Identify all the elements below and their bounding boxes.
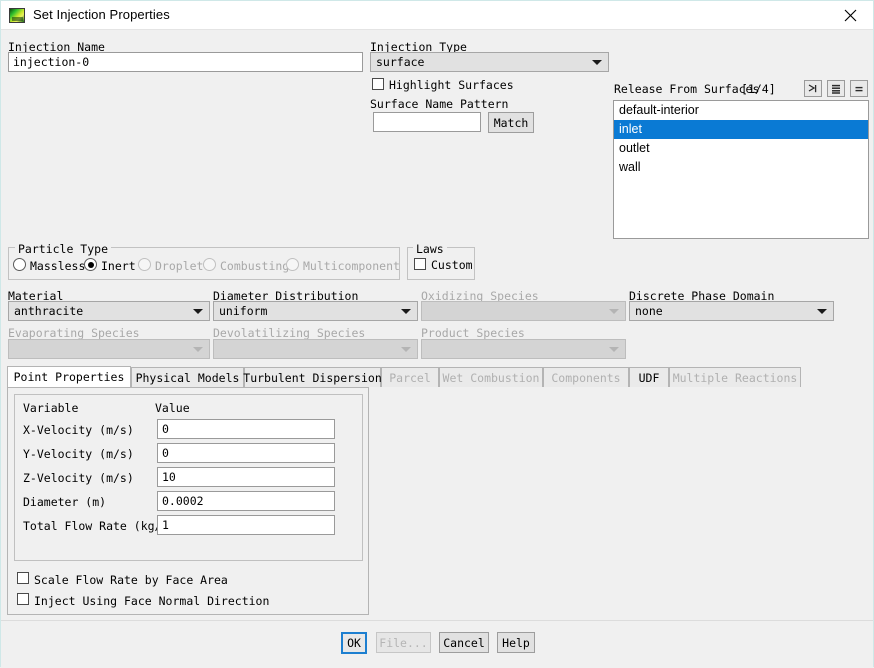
devolatilizing-species-select [213,339,418,359]
tab-point-properties[interactable]: Point Properties [7,366,131,387]
chevron-down-icon [193,309,203,314]
tab-udf[interactable]: UDF [629,367,669,387]
point-property-input[interactable]: 0 [157,443,335,463]
particle-type-label-massless: Massless [30,259,85,273]
chevron-down-icon [609,347,619,352]
chevron-down-icon [592,60,602,65]
product-species-label: Product Species [421,326,525,340]
chevron-down-icon [193,347,203,352]
particle-type-radio-massless[interactable] [13,258,26,271]
point-property-checkbox[interactable] [17,572,29,584]
laws-custom-label: Custom [431,258,473,272]
particle-type-label-droplet: Droplet [155,259,203,273]
release-from-surfaces-count: [1/4] [741,82,776,96]
point-property-input[interactable]: 10 [157,467,335,487]
chevron-down-icon [401,347,411,352]
particle-type-label-multicomponent: Multicomponent [303,259,400,273]
point-property-input[interactable]: 1 [157,515,335,535]
laws-custom-checkbox[interactable] [414,258,426,270]
particle-type-radio-multicomponent [286,258,299,271]
footer-bar: OK File... Cancel Help [1,620,873,668]
particle-type-label-inert: Inert [101,259,136,273]
filter-icon[interactable] [804,80,822,97]
window-title: Set Injection Properties [33,7,170,22]
tab-wet-combustion: Wet Combustion [439,367,543,387]
surface-name-pattern-label: Surface Name Pattern [370,97,508,111]
point-property-checkbox-label: Scale Flow Rate by Face Area [34,573,228,587]
surface-list-item[interactable]: outlet [614,139,868,158]
tab-components: Components [543,367,629,387]
set-injection-properties-dialog: Set Injection Properties Injection Name … [0,0,874,667]
point-properties-table: Variable Value X-Velocity (m/s) 0 Y-Veloci… [14,394,363,561]
injection-name-input[interactable]: injection-0 [8,52,363,72]
diameter-distribution-select[interactable]: uniform [213,301,418,321]
chevron-down-icon [609,309,619,314]
tab-multiple-reactions: Multiple Reactions [669,367,801,387]
tab-parcel: Parcel [381,367,439,387]
point-property-label: Diameter (m) [23,495,106,509]
material-value: anthracite [14,304,83,318]
point-property-label: Total Flow Rate (kg/s) [23,519,175,533]
tab-turbulent-dispersion[interactable]: Turbulent Dispersion [244,367,381,387]
evaporating-species-select [8,339,210,359]
product-species-select [421,339,626,359]
point-property-label: X-Velocity (m/s) [23,423,134,437]
column-header-value: Value [155,401,190,415]
chevron-down-icon [817,309,827,314]
list-icon[interactable] [827,80,845,97]
particle-type-radio-droplet [138,258,151,271]
injection-type-select[interactable]: surface [370,52,609,72]
particle-type-label-combusting: Combusting [220,259,289,273]
release-from-surfaces-list[interactable]: default-interiorinletoutletwall [613,100,869,239]
point-property-checkbox[interactable] [17,593,29,605]
particle-type-group-label: Particle Type [15,242,111,256]
laws-group-label: Laws [413,242,447,256]
help-button[interactable]: Help [497,632,535,653]
point-property-input[interactable]: 0 [157,419,335,439]
surface-list-item[interactable]: wall [614,158,868,177]
oxidizing-species-select [421,301,626,321]
material-select[interactable]: anthracite [8,301,210,321]
devolatilizing-species-label: Devolatilizing Species [213,326,365,340]
tab-physical-models[interactable]: Physical Models [131,367,244,387]
point-property-label: Z-Velocity (m/s) [23,471,134,485]
discrete-phase-domain-select[interactable]: none [629,301,834,321]
cancel-button[interactable]: Cancel [439,632,489,653]
evaporating-species-label: Evaporating Species [8,326,140,340]
point-property-input[interactable]: 0.0002 [157,491,335,511]
chevron-down-icon [401,309,411,314]
point-property-checkbox-label: Inject Using Face Normal Direction [34,594,269,608]
match-button[interactable]: Match [488,112,534,133]
surface-list-item[interactable]: inlet [614,120,868,139]
column-header-variable: Variable [23,401,78,415]
ok-button[interactable]: OK [341,632,367,654]
surface-list-item[interactable]: default-interior [614,101,868,120]
point-properties-panel: Variable Value X-Velocity (m/s) 0 Y-Veloci… [7,387,369,615]
particle-type-radio-combusting [203,258,216,271]
fluent-app-icon [9,8,25,23]
equals-icon[interactable] [850,80,868,97]
diameter-distribution-value: uniform [219,304,267,318]
discrete-phase-domain-value: none [635,304,663,318]
surface-name-pattern-input[interactable] [373,112,481,132]
injection-type-value: surface [376,55,424,69]
title-bar: Set Injection Properties [1,1,873,30]
file-button: File... [376,632,431,653]
point-property-label: Y-Velocity (m/s) [23,447,134,461]
highlight-surfaces-checkbox[interactable] [372,78,384,90]
tab-strip: Point PropertiesPhysical ModelsTurbulent… [7,367,869,387]
particle-type-radio-inert[interactable] [84,258,97,271]
close-icon[interactable] [828,1,873,29]
release-from-surfaces-label: Release From Surfaces [614,82,759,96]
highlight-surfaces-label: Highlight Surfaces [389,78,514,92]
